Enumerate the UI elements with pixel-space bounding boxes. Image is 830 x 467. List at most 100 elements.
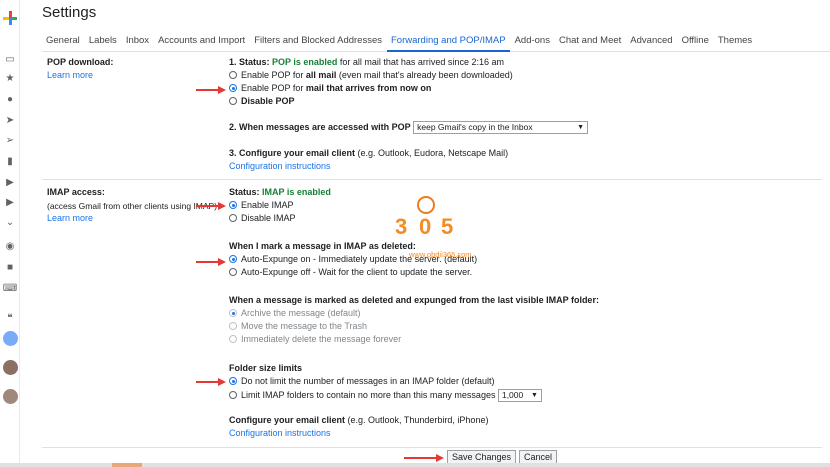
radio-button-disabled[interactable]	[229, 322, 237, 330]
video-icon[interactable]: ■	[4, 261, 16, 273]
option-text: Enable POP for	[241, 83, 306, 93]
trash-option[interactable]: Move the message to the Trash	[229, 321, 367, 331]
radio-button[interactable]	[229, 97, 237, 105]
limit-option[interactable]: Limit IMAP folders to contain no more th…	[229, 389, 542, 402]
watermark-face-icon	[417, 196, 435, 214]
option-text: Immediately delete the message forever	[241, 334, 402, 344]
step3-label: 3. Configure your email client	[229, 148, 356, 158]
pop-option-all-mail[interactable]: Enable POP for all mail (even mail that'…	[229, 70, 513, 80]
annotation-arrow-icon	[196, 202, 226, 210]
imap-enable-option[interactable]: Enable IMAP	[229, 200, 294, 210]
heading-text: Folder size limits	[229, 363, 303, 373]
option-text: Do not limit the number of messages in a…	[241, 376, 495, 386]
section-divider	[42, 179, 822, 180]
watermark-logo: 3 0 5 www.obdii365.com	[395, 192, 472, 264]
option-text: Move the message to the Trash	[241, 321, 368, 331]
chevron-down-icon: ▼	[577, 124, 585, 131]
folder-size-heading: Folder size limits	[229, 363, 302, 373]
pop-step2: 2. When messages are accessed with POP k…	[229, 121, 589, 134]
watermark-zero: 0	[419, 214, 432, 239]
pop-option-from-now[interactable]: Enable POP for mail that arrives from no…	[229, 83, 431, 93]
compose-plus-icon[interactable]	[3, 11, 17, 25]
tab-add-ons[interactable]: Add-ons	[511, 28, 554, 52]
tab-chat-and-meet[interactable]: Chat and Meet	[555, 28, 625, 52]
tab-accounts-and-import[interactable]: Accounts and Import	[154, 28, 249, 52]
radio-button-disabled[interactable]	[229, 335, 237, 343]
option-text: Enable IMAP	[241, 200, 294, 210]
pop-learn-more-link[interactable]: Learn more	[47, 70, 93, 80]
star-icon[interactable]: ★	[4, 72, 16, 84]
tab-advanced[interactable]: Advanced	[626, 28, 676, 52]
option-bold-text: Disable POP	[241, 96, 295, 106]
option-bold-text: all mail	[305, 70, 337, 80]
imap-expunged-heading: When a message is marked as deleted and …	[229, 295, 599, 305]
config-hint: (e.g. Outlook, Thunderbird, iPhone)	[345, 415, 489, 425]
radio-button[interactable]	[229, 390, 237, 399]
archive-option[interactable]: Archive the message (default)	[229, 308, 361, 318]
select-value: 1,000	[501, 390, 524, 400]
tab-filters-and-blocked-addresses[interactable]: Filters and Blocked Addresses	[250, 28, 386, 52]
tab-inbox[interactable]: Inbox	[122, 28, 153, 52]
send-icon[interactable]: ➢	[4, 134, 16, 146]
imap-status-value: IMAP is enabled	[262, 187, 331, 197]
radio-button-disabled[interactable]	[229, 309, 237, 317]
annotation-arrow-icon	[196, 258, 226, 266]
radio-button[interactable]	[229, 268, 237, 276]
option-bold-text: mail that arrives from now on	[305, 83, 432, 93]
cancel-button[interactable]: Cancel	[519, 450, 558, 464]
heading-text: When I mark a message in IMAP as deleted…	[229, 241, 416, 251]
radio-button-selected[interactable]	[229, 377, 237, 385]
avatar[interactable]	[3, 360, 18, 375]
taskbar-item	[112, 463, 142, 467]
delete-forever-option[interactable]: Immediately delete the message forever	[229, 334, 401, 344]
bottom-bar	[0, 463, 830, 467]
imap-status-prefix: Status:	[229, 187, 263, 197]
radio-button-selected[interactable]	[229, 255, 237, 263]
file-icon[interactable]: ▮	[4, 155, 16, 167]
avatar[interactable]	[3, 331, 18, 346]
watermark-digit: 3	[395, 214, 408, 239]
tab-offline[interactable]: Offline	[678, 28, 713, 52]
page-title: Settings	[42, 4, 97, 21]
imap-deleted-heading: When I mark a message in IMAP as deleted…	[229, 241, 416, 251]
option-text: (even mail that's already been downloade…	[336, 70, 513, 80]
label-icon[interactable]: ▶	[4, 196, 16, 208]
pop-status-prefix: 1. Status:	[229, 57, 273, 67]
option-text: Disable IMAP	[241, 213, 296, 223]
avatar[interactable]	[3, 389, 18, 404]
pop-status-value: POP is enabled	[272, 57, 338, 67]
heading-text: Configure your email client	[229, 415, 346, 425]
tab-themes[interactable]: Themes	[714, 28, 756, 52]
imap-learn-more-link[interactable]: Learn more	[47, 213, 93, 223]
inbox-icon[interactable]: ▭	[4, 53, 16, 65]
expunge-off-option[interactable]: Auto-Expunge off - Wait for the client t…	[229, 267, 472, 277]
label-icon[interactable]: ▶	[4, 176, 16, 188]
pop-download-label: POP download:	[47, 57, 114, 67]
hangouts-icon[interactable]: ❝	[4, 312, 16, 324]
imap-disable-option[interactable]: Disable IMAP	[229, 213, 296, 223]
pop-config-link[interactable]: Configuration instructions	[229, 161, 331, 171]
limit-count-select[interactable]: 1,000 ▼	[497, 389, 542, 402]
chevron-down-icon[interactable]: ⌄	[4, 216, 16, 228]
keyboard-icon[interactable]: ⌨	[3, 282, 17, 294]
radio-button-selected[interactable]	[229, 201, 237, 209]
radio-button[interactable]	[229, 214, 237, 222]
imap-config-link[interactable]: Configuration instructions	[229, 428, 331, 438]
radio-button-selected[interactable]	[229, 84, 237, 92]
annotation-arrow-icon	[196, 378, 226, 386]
important-icon[interactable]: ➤	[4, 114, 16, 126]
section-divider	[42, 447, 822, 448]
tab-labels[interactable]: Labels	[85, 28, 121, 52]
imap-sublabel: (access Gmail from other clients using I…	[47, 201, 218, 211]
tab-forwarding-and-pop-imap[interactable]: Forwarding and POP/IMAP	[387, 28, 510, 52]
tab-general[interactable]: General	[42, 28, 84, 52]
save-changes-button[interactable]: Save Changes	[447, 450, 517, 464]
no-limit-option[interactable]: Do not limit the number of messages in a…	[229, 376, 494, 386]
pop-action-select[interactable]: keep Gmail's copy in the Inbox ▼	[413, 121, 589, 134]
pop-status: 1. Status: POP is enabled for all mail t…	[229, 57, 504, 67]
meet-icon[interactable]: ◉	[4, 240, 16, 252]
step3-hint: (e.g. Outlook, Eudora, Netscape Mail)	[355, 148, 509, 158]
clock-icon[interactable]: ●	[4, 93, 16, 105]
pop-option-disable[interactable]: Disable POP	[229, 96, 295, 106]
radio-button[interactable]	[229, 71, 237, 79]
